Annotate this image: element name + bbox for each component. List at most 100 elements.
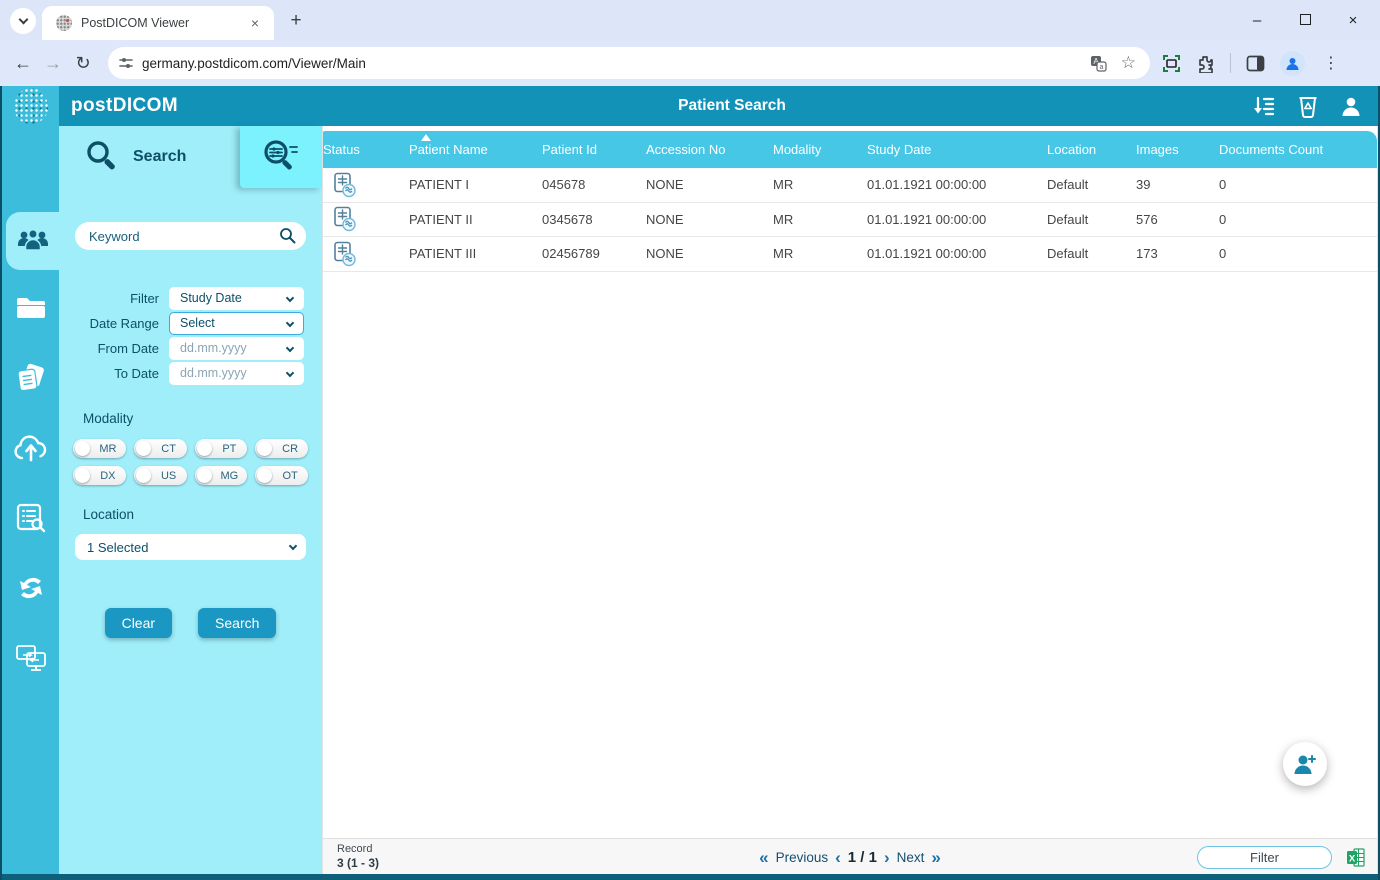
sidebar-item-upload[interactable] xyxy=(2,424,59,472)
col-images[interactable]: Images xyxy=(1136,142,1219,157)
toggle-knob xyxy=(136,468,151,483)
add-patient-button[interactable] xyxy=(1283,742,1327,786)
cell-location: Default xyxy=(1047,177,1136,192)
date-range-row: Date Range Select xyxy=(59,311,322,335)
address-bar[interactable]: germany.postdicom.com/Viewer/Main A a ☆ xyxy=(108,47,1150,79)
to-date-select[interactable]: dd.mm.yyyy xyxy=(169,362,304,385)
col-location[interactable]: Location xyxy=(1047,142,1136,157)
window-minimize-button[interactable]: – xyxy=(1246,12,1268,29)
from-date-select[interactable]: dd.mm.yyyy xyxy=(169,337,304,360)
modality-toggle-dx[interactable]: DX xyxy=(73,466,126,485)
toggle-knob xyxy=(75,468,90,483)
cell-images: 39 xyxy=(1136,177,1219,192)
window-maximize-button[interactable] xyxy=(1294,12,1316,29)
modality-toggle-pt[interactable]: PT xyxy=(195,439,248,458)
col-patient-name[interactable]: Patient Name xyxy=(409,142,542,157)
footer-right: Filter X xyxy=(1197,839,1365,875)
share-monitors-icon xyxy=(15,644,47,672)
col-modality[interactable]: Modality xyxy=(773,142,867,157)
chevron-down-icon xyxy=(286,293,294,301)
excel-export-icon[interactable]: X xyxy=(1346,848,1365,867)
side-panel-icon[interactable] xyxy=(1246,54,1265,73)
reload-button[interactable]: ↻ xyxy=(68,53,98,74)
col-patient-id[interactable]: Patient Id xyxy=(542,142,646,157)
next-page-button[interactable]: Next xyxy=(897,850,925,865)
toggle-knob xyxy=(197,468,212,483)
translate-icon[interactable]: A a xyxy=(1090,55,1107,72)
modality-toggle-ct[interactable]: CT xyxy=(134,439,187,458)
account-person-icon[interactable] xyxy=(1340,95,1362,117)
cell-study-date: 01.01.1921 00:00:00 xyxy=(867,212,1047,227)
tab-basic-search[interactable]: Search xyxy=(59,126,234,188)
sidebar-item-order-search[interactable] xyxy=(2,494,59,542)
new-tab-button[interactable]: + xyxy=(284,9,308,33)
window-close-button[interactable]: × xyxy=(1342,12,1364,29)
toolbar-divider xyxy=(1230,53,1231,73)
tab-search-menu-button[interactable] xyxy=(10,8,36,34)
location-select[interactable]: 1 Selected xyxy=(75,534,306,560)
modality-toggle-cr[interactable]: CR xyxy=(255,439,308,458)
tab-strip: PostDICOM Viewer × + – × xyxy=(0,0,1380,40)
col-status[interactable]: Status xyxy=(323,142,409,157)
col-documents-count[interactable]: Documents Count xyxy=(1219,142,1377,157)
search-button[interactable]: Search xyxy=(198,608,276,638)
filter-label: Filter xyxy=(59,291,159,306)
first-page-icon[interactable]: « xyxy=(759,849,768,866)
tab-advanced-search[interactable] xyxy=(240,126,322,188)
page-indicator: 1 / 1 xyxy=(848,849,877,866)
date-range-select[interactable]: Select xyxy=(169,312,304,335)
window-controls: – × xyxy=(1246,0,1374,40)
table-footer: Record 3 (1 - 3) « Previous ‹ 1 / 1 › Ne… xyxy=(323,838,1377,874)
toggle-knob xyxy=(75,441,90,456)
app-body: Search xyxy=(2,126,1378,874)
prev-page-icon[interactable]: ‹ xyxy=(835,849,841,866)
cell-accession: NONE xyxy=(646,177,773,192)
search-panel-tabs: Search xyxy=(59,126,322,188)
filter-button[interactable]: Filter xyxy=(1197,846,1332,869)
modality-toggle-mr[interactable]: MR xyxy=(73,439,126,458)
tab-close-icon[interactable]: × xyxy=(246,14,264,32)
recycle-bin-icon[interactable] xyxy=(1298,95,1318,118)
table-row[interactable]: PATIENT II 0345678 NONE MR 01.01.1921 00… xyxy=(323,203,1377,238)
patients-group-icon xyxy=(16,228,50,254)
results-area: Status Patient Name Patient Id Accession… xyxy=(322,126,1378,874)
site-settings-icon[interactable] xyxy=(118,55,134,71)
to-date-label: To Date xyxy=(59,366,159,381)
sidebar-item-sync[interactable] xyxy=(2,564,59,612)
modality-options: MR CT PT CR DX US MG OT xyxy=(73,439,308,485)
browser-menu-icon[interactable]: ⋮ xyxy=(1320,53,1342,73)
browser-profile-avatar[interactable] xyxy=(1280,51,1305,76)
study-status-icon[interactable] xyxy=(323,172,409,198)
keyword-input[interactable] xyxy=(75,222,306,250)
modality-toggle-ot[interactable]: OT xyxy=(255,466,308,485)
study-status-icon[interactable] xyxy=(323,206,409,232)
previous-page-button[interactable]: Previous xyxy=(776,850,829,865)
cell-location: Default xyxy=(1047,212,1136,227)
keyword-search-icon[interactable] xyxy=(279,227,296,244)
cell-patient-name: PATIENT I xyxy=(409,177,542,192)
col-accession-no[interactable]: Accession No xyxy=(646,142,773,157)
bookmark-star-icon[interactable]: ☆ xyxy=(1121,53,1136,73)
col-study-date[interactable]: Study Date xyxy=(867,142,1047,157)
back-button[interactable]: ← xyxy=(8,53,38,74)
table-row[interactable]: PATIENT I 045678 NONE MR 01.01.1921 00:0… xyxy=(323,168,1377,203)
download-queue-icon[interactable] xyxy=(1252,95,1276,117)
sidebar-item-studies[interactable] xyxy=(2,354,59,402)
sidebar-item-transfer[interactable] xyxy=(2,634,59,682)
modality-toggle-mg[interactable]: MG xyxy=(195,466,248,485)
last-page-icon[interactable]: » xyxy=(931,849,940,866)
filter-select[interactable]: Study Date xyxy=(169,287,304,310)
modality-toggle-us[interactable]: US xyxy=(134,466,187,485)
study-status-icon[interactable] xyxy=(323,241,409,267)
extensions-puzzle-icon[interactable] xyxy=(1196,54,1215,73)
sidebar-item-folders[interactable] xyxy=(2,284,59,332)
forward-button[interactable]: → xyxy=(38,53,68,74)
table-row[interactable]: PATIENT III 02456789 NONE MR 01.01.1921 … xyxy=(323,237,1377,272)
screen-capture-icon[interactable] xyxy=(1162,54,1181,73)
from-date-row: From Date dd.mm.yyyy xyxy=(59,336,322,360)
cell-documents: 0 xyxy=(1219,177,1377,192)
next-page-icon[interactable]: › xyxy=(884,849,890,866)
clear-button[interactable]: Clear xyxy=(105,608,172,638)
browser-tab[interactable]: PostDICOM Viewer × xyxy=(42,6,274,40)
sidebar-item-patient-search[interactable] xyxy=(6,212,59,270)
